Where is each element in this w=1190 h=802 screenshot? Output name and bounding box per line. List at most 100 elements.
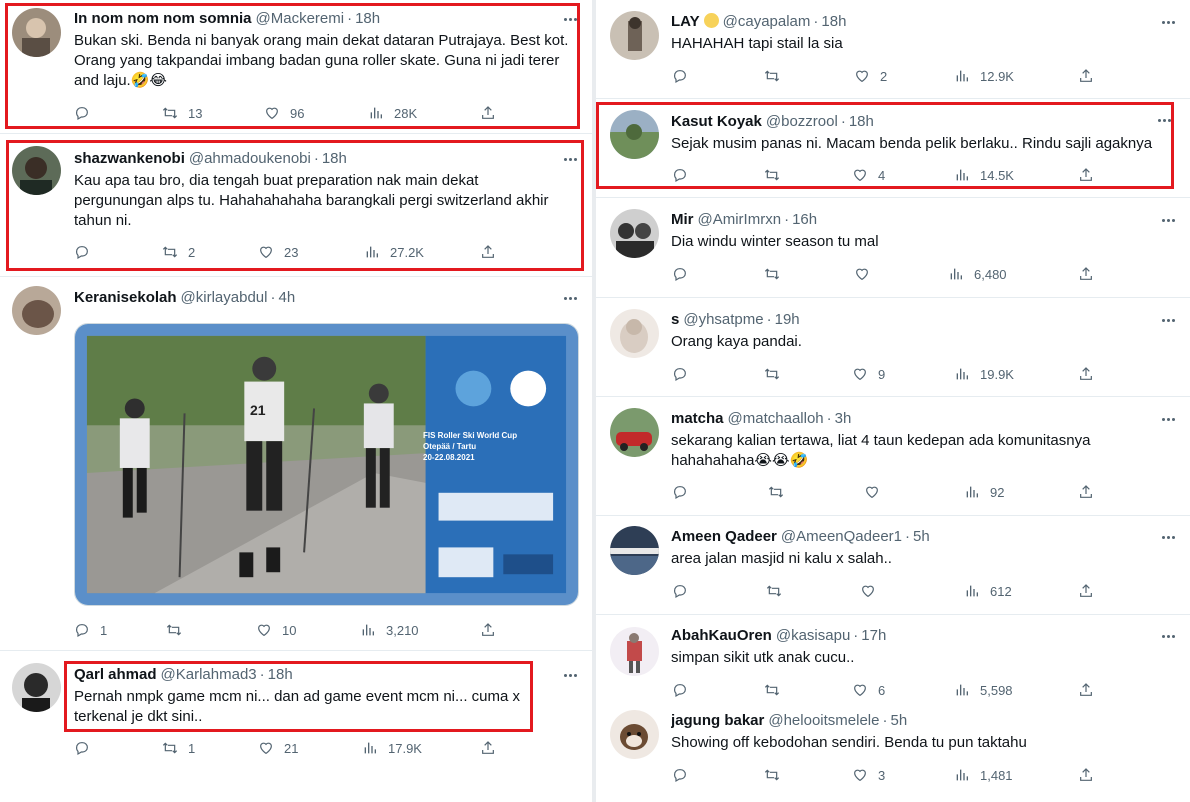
views-button[interactable]: 3,210 [360, 621, 419, 639]
retweet-button[interactable] [768, 483, 794, 501]
reply-button[interactable] [672, 582, 698, 600]
views-button[interactable]: 1,481 [954, 766, 1013, 784]
more-icon[interactable] [1154, 111, 1174, 129]
share-button[interactable] [480, 621, 496, 639]
views-button[interactable]: 6,480 [948, 265, 1007, 283]
display-name[interactable]: s [671, 311, 679, 328]
display-name[interactable]: matcha [671, 410, 724, 427]
avatar[interactable] [610, 11, 659, 60]
user-handle[interactable]: @AmirImrxn [698, 211, 782, 228]
display-name[interactable]: Kasut Koyak [671, 113, 762, 130]
user-handle[interactable]: @Mackeremi [256, 10, 345, 27]
views-button[interactable]: 28K [368, 104, 417, 122]
more-icon[interactable] [560, 10, 580, 28]
share-button[interactable] [1078, 67, 1094, 85]
avatar[interactable] [610, 526, 659, 575]
views-button[interactable]: 92 [964, 483, 1004, 501]
user-handle[interactable]: @kirlayabdul [181, 289, 268, 306]
display-name[interactable]: shazwankenobi [74, 150, 185, 167]
avatar[interactable] [12, 286, 61, 335]
share-button[interactable] [1078, 483, 1094, 501]
views-button[interactable]: 19.9K [954, 365, 1014, 383]
retweet-button[interactable] [764, 365, 790, 383]
timestamp[interactable]: 19h [775, 311, 800, 328]
user-handle[interactable]: @kasisapu [776, 627, 850, 644]
tweet-media-image[interactable]: 21 FIS Roller Ski World Cup Otepää / Tar… [74, 323, 579, 606]
like-button[interactable]: 96 [264, 104, 304, 122]
reply-button[interactable] [672, 766, 698, 784]
avatar[interactable] [610, 627, 659, 676]
user-handle[interactable]: @Karlahmad3 [161, 666, 257, 683]
user-handle[interactable]: @bozzrool [766, 113, 838, 130]
timestamp[interactable]: 18h [268, 666, 293, 683]
share-button[interactable] [480, 739, 496, 757]
user-handle[interactable]: @cayapalam [723, 13, 811, 30]
display-name[interactable]: Mir [671, 211, 694, 228]
timestamp[interactable]: 18h [322, 150, 347, 167]
tweet[interactable]: In nom nom nom somnia @Mackeremi · 18h Buka… [0, 0, 592, 133]
views-button[interactable]: 12.9K [954, 67, 1014, 85]
retweet-button[interactable]: 2 [162, 243, 195, 261]
share-button[interactable] [1078, 265, 1094, 283]
reply-button[interactable] [74, 243, 100, 261]
like-button[interactable]: 6 [852, 681, 885, 699]
like-button[interactable]: 23 [258, 243, 298, 261]
tweet[interactable]: s @yhsatpme · 19h Orang kaya pandai. 9 19.9… [596, 298, 1190, 397]
more-icon[interactable] [560, 666, 580, 684]
share-button[interactable] [1078, 365, 1094, 383]
timestamp[interactable]: 3h [835, 410, 852, 427]
like-button[interactable]: 10 [256, 621, 296, 639]
avatar[interactable] [610, 209, 659, 258]
share-button[interactable] [1078, 681, 1094, 699]
reply-button[interactable] [672, 67, 698, 85]
display-name[interactable]: Qarl ahmad [74, 666, 157, 683]
display-name[interactable]: AbahKauOren [671, 627, 772, 644]
like-button[interactable]: 21 [258, 739, 298, 757]
timestamp[interactable]: 16h [792, 211, 817, 228]
more-icon[interactable] [560, 289, 580, 307]
avatar[interactable] [610, 710, 659, 759]
timestamp[interactable]: 5h [913, 528, 930, 545]
share-button[interactable] [480, 243, 496, 261]
like-button[interactable]: 9 [852, 365, 885, 383]
reply-button[interactable] [672, 166, 698, 184]
more-icon[interactable] [1158, 410, 1178, 428]
like-button[interactable] [854, 265, 880, 283]
like-button[interactable] [860, 582, 886, 600]
reply-button[interactable]: 1 [74, 621, 107, 639]
avatar[interactable] [610, 110, 659, 159]
tweet[interactable]: Ameen Qadeer @AmeenQadeer1 · 5h area jalan … [596, 516, 1190, 615]
user-handle[interactable]: @helooitsmelele [768, 712, 879, 729]
views-button[interactable]: 27.2K [364, 243, 424, 261]
views-button[interactable]: 17.9K [362, 739, 422, 757]
retweet-button[interactable]: 13 [162, 104, 202, 122]
retweet-button[interactable]: 1 [162, 739, 195, 757]
retweet-button[interactable] [764, 166, 790, 184]
avatar[interactable] [610, 408, 659, 457]
more-icon[interactable] [1158, 528, 1178, 546]
like-button[interactable]: 3 [852, 766, 885, 784]
user-handle[interactable]: @ahmadoukenobi [189, 150, 311, 167]
timestamp[interactable]: 5h [890, 712, 907, 729]
user-handle[interactable]: @AmeenQadeer1 [781, 528, 902, 545]
display-name[interactable]: LAY [671, 13, 700, 30]
retweet-button[interactable] [764, 265, 790, 283]
avatar[interactable] [610, 309, 659, 358]
reply-button[interactable] [672, 681, 698, 699]
reply-button[interactable] [74, 104, 100, 122]
views-button[interactable]: 5,598 [954, 681, 1013, 699]
display-name[interactable]: Keranisekolah [74, 289, 177, 306]
avatar[interactable] [12, 663, 61, 712]
like-button[interactable]: 2 [854, 67, 887, 85]
timestamp[interactable]: 18h [821, 13, 846, 30]
views-button[interactable]: 14.5K [954, 166, 1014, 184]
avatar[interactable] [12, 8, 61, 57]
like-button[interactable]: 4 [852, 166, 885, 184]
share-button[interactable] [1078, 766, 1094, 784]
tweet[interactable]: matcha @matchaalloh · 3h sekarang kalian te… [596, 397, 1190, 515]
retweet-button[interactable] [764, 67, 790, 85]
tweet[interactable]: Mir @AmirImrxn · 16h Dia windu winter seaso… [596, 198, 1190, 297]
more-icon[interactable] [1158, 311, 1178, 329]
display-name[interactable]: In nom nom nom somnia [74, 10, 252, 27]
reply-button[interactable] [74, 739, 100, 757]
